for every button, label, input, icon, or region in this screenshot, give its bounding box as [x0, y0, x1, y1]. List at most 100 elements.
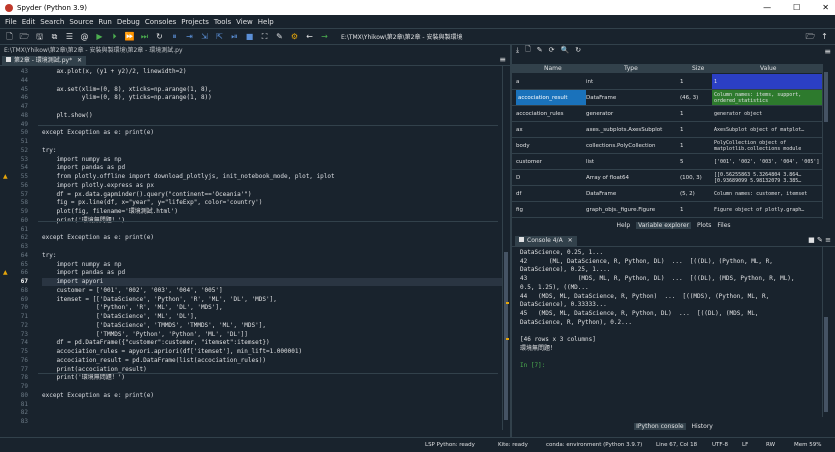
run-icon[interactable]: ▶ — [95, 32, 104, 41]
ipython-console[interactable]: DataScience, 0.25, 1... 42 (ML, DataScien… — [512, 247, 822, 417]
edit-icon[interactable]: ✎ — [537, 46, 543, 54]
menu-file[interactable]: File — [5, 18, 17, 26]
code-line[interactable]: ['TMMDS', 'Python', 'Python', 'ML', 'DL'… — [42, 331, 248, 339]
code-line[interactable]: except Exception as e: print(e) — [42, 234, 154, 242]
code-line[interactable]: import pandas as pd — [42, 269, 125, 277]
table-row[interactable]: D Array of float64 (100, 3) [[0.56255863… — [512, 170, 822, 186]
console-tab-close-icon[interactable]: ✕ — [568, 237, 573, 244]
step-into-icon[interactable]: ⇲ — [200, 32, 209, 41]
header-name[interactable]: Name — [544, 64, 562, 73]
list-icon[interactable]: ☰ — [65, 32, 74, 41]
save-all-icon[interactable]: ⧉ — [50, 32, 59, 41]
python-path-icon[interactable]: ⚙ — [290, 32, 299, 41]
rerun-icon[interactable]: ↻ — [155, 32, 164, 41]
console-scrollbar[interactable] — [822, 247, 829, 417]
menu-search[interactable]: Search — [40, 18, 64, 26]
import-data-icon[interactable]: ⤓ — [516, 46, 519, 55]
code-line[interactable]: ylim=(0, 8), yticks=np.arange(1, 8)) — [42, 94, 212, 102]
code-line[interactable]: fig = px.line(df, x="year", y="lifeExp",… — [42, 199, 262, 207]
tab-ipython-console[interactable]: IPython console — [634, 423, 686, 430]
table-row[interactable]: customer list 5 ['001', '002', '003', '0… — [512, 154, 822, 170]
editor-scrollbar[interactable] — [502, 66, 509, 430]
stop-kernel-icon[interactable]: ■ — [808, 236, 815, 244]
code-line[interactable]: import plotly.express as px — [42, 182, 154, 190]
reload-icon[interactable]: ↻ — [575, 46, 581, 54]
code-line[interactable]: df = px.data.gapminder().query("continen… — [42, 191, 251, 199]
header-size[interactable]: Size — [692, 64, 704, 73]
header-value[interactable]: Value — [760, 64, 776, 73]
table-row[interactable]: body collections.PolyCollection 1 PolyCo… — [512, 138, 822, 154]
variable-explorer-scrollbar-thumb[interactable] — [824, 72, 828, 122]
editor-scrollbar-thumb[interactable] — [504, 252, 508, 420]
code-line[interactable]: import numpy as np — [42, 156, 121, 164]
table-row[interactable]: df DataFrame (5, 2) Column names: custom… — [512, 186, 822, 202]
code-line[interactable]: ['DataScience', 'TMMDS', 'TMMDS', 'ML', … — [42, 322, 266, 330]
table-row[interactable]: accociation_rules generator 1 generator … — [512, 106, 822, 122]
maximize-pane-icon[interactable]: ⛶ — [260, 32, 269, 41]
code-line[interactable]: import apyori — [42, 278, 502, 286]
header-type[interactable]: Type — [624, 64, 638, 73]
code-line[interactable]: ax.plot(x, (y1 + y2)/2, linewidth=2) — [42, 68, 186, 76]
console-options-icon[interactable]: ≡ — [825, 236, 831, 244]
variable-explorer-options-icon[interactable]: ≡ — [824, 47, 831, 56]
menu-consoles[interactable]: Consoles — [145, 18, 176, 26]
browse-folder-icon[interactable]: 🗁 — [806, 32, 816, 41]
table-row[interactable]: a int 1 1 — [512, 74, 822, 90]
code-line[interactable]: accociation_result = pd.DataFrame(list(a… — [42, 357, 266, 365]
continue-icon[interactable]: ⏯ — [230, 32, 239, 41]
run-cell-advance-icon[interactable]: ⏩ — [125, 32, 135, 41]
code-line[interactable]: import pandas as pd — [42, 164, 125, 172]
code-line[interactable]: ax.set(xlim=(0, 8), xticks=np.arange(1, … — [42, 86, 211, 94]
code-line[interactable]: itemset = [['DataScience', 'Python', 'R'… — [42, 296, 276, 304]
menu-debug[interactable]: Debug — [117, 18, 140, 26]
menu-projects[interactable]: Projects — [181, 18, 209, 26]
code-line[interactable]: print('環境無問題！') — [42, 374, 125, 382]
code-line[interactable]: try: — [42, 252, 56, 260]
close-button[interactable]: ✕ — [822, 0, 829, 15]
console-scrollbar-thumb[interactable] — [824, 317, 828, 412]
tab-help[interactable]: Help — [616, 222, 630, 229]
menu-edit[interactable]: Edit — [22, 18, 36, 26]
save-icon[interactable]: 🖫 — [35, 32, 44, 41]
code-line[interactable]: accociation_rules = apyori.apriori(df['i… — [42, 348, 302, 356]
tab-history[interactable]: History — [691, 423, 712, 430]
menu-run[interactable]: Run — [98, 18, 111, 26]
warning-icon[interactable]: ▲ — [3, 270, 9, 276]
parent-directory-icon[interactable]: ↑ — [820, 32, 829, 41]
search-icon[interactable]: 🔍 — [561, 46, 570, 54]
console-edit-icon[interactable]: ✎ — [817, 236, 823, 244]
console-tab[interactable]: Console 4/A ✕ — [515, 236, 577, 246]
tab-variable-explorer[interactable]: Variable explorer — [636, 222, 692, 229]
table-row[interactable]: accociation_result DataFrame (46, 3) Col… — [512, 90, 822, 106]
new-file-icon[interactable]: 🗋 — [5, 32, 14, 41]
code-line[interactable]: except Exception as e: print(e) — [42, 392, 154, 400]
variable-explorer-scrollbar[interactable] — [822, 64, 829, 219]
menu-source[interactable]: Source — [69, 18, 93, 26]
code-line[interactable]: ['DataScience', 'ML', 'DL'], — [42, 313, 197, 321]
code-line[interactable]: from plotly.offline import download_plot… — [42, 173, 334, 181]
code-line[interactable]: ['Python', 'R', 'ML', 'DL', 'MDS'], — [42, 304, 222, 312]
code-line[interactable]: plt.show() — [42, 112, 92, 120]
tab-close-icon[interactable]: ✕ — [77, 57, 82, 64]
debug-icon[interactable]: ⏸ — [170, 32, 179, 41]
tab-files[interactable]: Files — [717, 222, 730, 229]
code-line[interactable]: customer = ['001', '002', '003', '004', … — [42, 287, 222, 295]
code-line[interactable]: except Exception as e: print(e) — [42, 129, 154, 137]
back-arrow-icon[interactable]: ← — [305, 32, 314, 41]
warning-icon[interactable]: ▲ — [3, 174, 9, 180]
run-selection-icon[interactable]: ⏭ — [140, 32, 149, 41]
editor-options-icon[interactable]: ≡ — [499, 56, 506, 64]
menu-tools[interactable]: Tools — [214, 18, 231, 26]
forward-arrow-icon[interactable]: → — [320, 32, 329, 41]
table-row[interactable]: ax axes._subplots.AxesSubplot 1 AxesSubp… — [512, 122, 822, 138]
table-row[interactable]: fig graph_objs._figure.Figure 1 Figure o… — [512, 202, 822, 218]
at-icon[interactable]: @ — [80, 32, 89, 41]
refresh-icon[interactable]: ⟳ — [549, 46, 555, 54]
working-directory-path[interactable]: E:\TMX\Yhikow\第2章\第2章 - 安裝與製環境 — [341, 32, 462, 41]
run-cell-icon[interactable]: ⏵ — [110, 32, 119, 41]
code-line[interactable]: df = pd.DataFrame({"customer":customer, … — [42, 339, 269, 347]
menu-view[interactable]: View — [236, 18, 253, 26]
code-line[interactable]: import numpy as np — [42, 261, 121, 269]
code-line[interactable]: plot(fig, filename='環境測試.html') — [42, 208, 178, 216]
open-file-icon[interactable]: 🗁 — [20, 32, 30, 41]
